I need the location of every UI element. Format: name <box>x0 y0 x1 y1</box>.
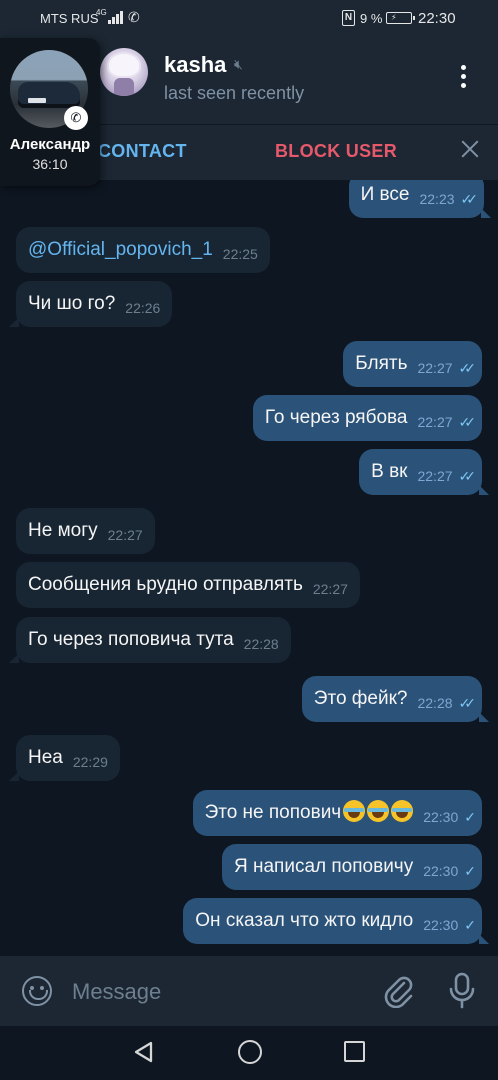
message-bubble[interactable]: Го через поповича тута 22:28 <box>9 617 291 663</box>
phone-icon: ✆ <box>64 106 88 130</box>
message-text: Я написал поповичу <box>234 856 414 877</box>
message-time: 22:30 <box>423 917 459 933</box>
message-time: 22:27 <box>107 527 143 543</box>
single-check-icon: ✓ <box>464 809 475 825</box>
message-bubble[interactable]: И все 22:23 ✓✓ <box>348 180 492 218</box>
active-call-bubble[interactable]: ✆ Александр 36:10 <box>0 38 100 186</box>
message-time: 22:26 <box>125 300 161 316</box>
contact-name[interactable]: kasha <box>164 52 226 78</box>
tears-of-joy-emoji <box>367 800 390 822</box>
message-bubble[interactable]: Это фейк? 22:28 ✓✓ <box>301 676 490 722</box>
back-icon[interactable] <box>132 1040 156 1064</box>
message-text: Сообщения ьрудно отправлять <box>28 574 303 595</box>
message-bubble[interactable]: @Official_popovich_1 22:25 <box>16 227 270 273</box>
message-text: Блять <box>355 353 408 374</box>
network-type-label: 4G <box>96 8 107 17</box>
carrier-label: MTS RUS <box>40 11 99 26</box>
message-text: Го через поповича тута <box>28 629 234 650</box>
contact-avatar[interactable] <box>100 48 148 96</box>
last-seen-status: last seen recently <box>164 83 305 103</box>
emoji-icon[interactable] <box>22 976 52 1006</box>
home-icon[interactable] <box>238 1040 262 1064</box>
message-time: 22:29 <box>72 754 108 770</box>
message-bubble[interactable]: Неа 22:29 <box>9 735 120 781</box>
message-time: 22:28 <box>417 695 453 711</box>
muted-speaker-icon: 🔇︎ <box>234 56 243 72</box>
clock: 22:30 <box>418 10 456 27</box>
message-bubble[interactable]: Го через рябова 22:27 ✓✓ <box>252 395 482 441</box>
message-time: 22:28 <box>243 636 279 652</box>
more-vertical-icon[interactable] <box>452 62 476 92</box>
microphone-icon[interactable] <box>448 972 476 1010</box>
message-time: 22:27 <box>417 468 453 484</box>
single-check-icon: ✓ <box>464 863 475 879</box>
message-time: 22:23 <box>419 191 455 207</box>
double-check-icon: ✓✓ <box>458 360 477 376</box>
message-text: Чи шо го? <box>28 293 116 314</box>
battery-icon: ⚡ <box>386 12 415 24</box>
message-time: 22:25 <box>222 246 258 262</box>
message-time: 22:27 <box>312 581 348 597</box>
message-bubble[interactable]: Сообщения ьрудно отправлять 22:27 <box>16 562 360 608</box>
status-bar: MTS RUS 4G ✆ N 9 % ⚡ 22:30 <box>0 0 498 36</box>
double-check-icon: ✓✓ <box>458 414 477 430</box>
message-time: 22:30 <box>423 809 459 825</box>
message-time: 22:27 <box>417 360 453 376</box>
message-text: В вк <box>371 461 408 482</box>
message-text: Это не попович <box>204 802 342 823</box>
recent-apps-icon[interactable] <box>344 1041 365 1062</box>
message-bubble[interactable]: Чи шо го? 22:26 <box>8 281 173 327</box>
message-bubble[interactable]: Это не попович 22:30 ✓ <box>192 790 482 836</box>
mention-link[interactable]: @Official_popovich_1 <box>28 227 213 273</box>
message-bubble[interactable]: Блять 22:27 ✓✓ <box>343 341 482 387</box>
message-text: И все <box>360 184 410 205</box>
message-text: Не могу <box>28 520 98 541</box>
system-nav-bar <box>0 1026 498 1080</box>
phone-call-icon: ✆ <box>128 9 140 25</box>
paperclip-icon[interactable] <box>382 974 414 1008</box>
double-check-icon: ✓✓ <box>460 191 479 207</box>
signal-icon <box>108 11 124 24</box>
double-check-icon: ✓✓ <box>458 695 477 711</box>
add-contact-button[interactable]: CONTACT <box>98 141 187 162</box>
message-composer <box>0 956 498 1026</box>
call-duration: 36:10 <box>32 156 68 172</box>
single-check-icon: ✓ <box>464 917 475 933</box>
message-time: 22:30 <box>423 863 459 879</box>
message-bubble[interactable]: В вк 22:27 ✓✓ <box>359 449 489 495</box>
message-text: Го через рябова <box>264 407 408 428</box>
message-text: Это фейк? <box>313 688 408 709</box>
tears-of-joy-emoji <box>343 800 366 822</box>
message-bubble[interactable]: Не могу 22:27 <box>16 508 155 554</box>
double-check-icon: ✓✓ <box>458 468 477 484</box>
message-text: Он сказал что жто кидло <box>195 910 414 931</box>
nfc-icon: N <box>342 10 355 26</box>
caller-name: Александр <box>9 136 91 153</box>
block-user-button[interactable]: BLOCK USER <box>275 141 397 162</box>
message-list[interactable]: И все 22:23 ✓✓ @Official_popovich_1 22:25 Ч… <box>0 180 498 956</box>
message-bubble[interactable]: Я написал поповичу 22:30 ✓ <box>222 844 482 890</box>
battery-percent: 9 % <box>360 11 383 26</box>
message-time: 22:27 <box>417 414 453 430</box>
message-text: Неа <box>28 747 63 768</box>
message-bubble[interactable]: Он сказал что жто кидло 22:30 ✓ <box>183 898 489 944</box>
tears-of-joy-emoji <box>391 800 414 822</box>
message-input[interactable] <box>72 976 362 1008</box>
close-icon[interactable] <box>456 135 484 163</box>
